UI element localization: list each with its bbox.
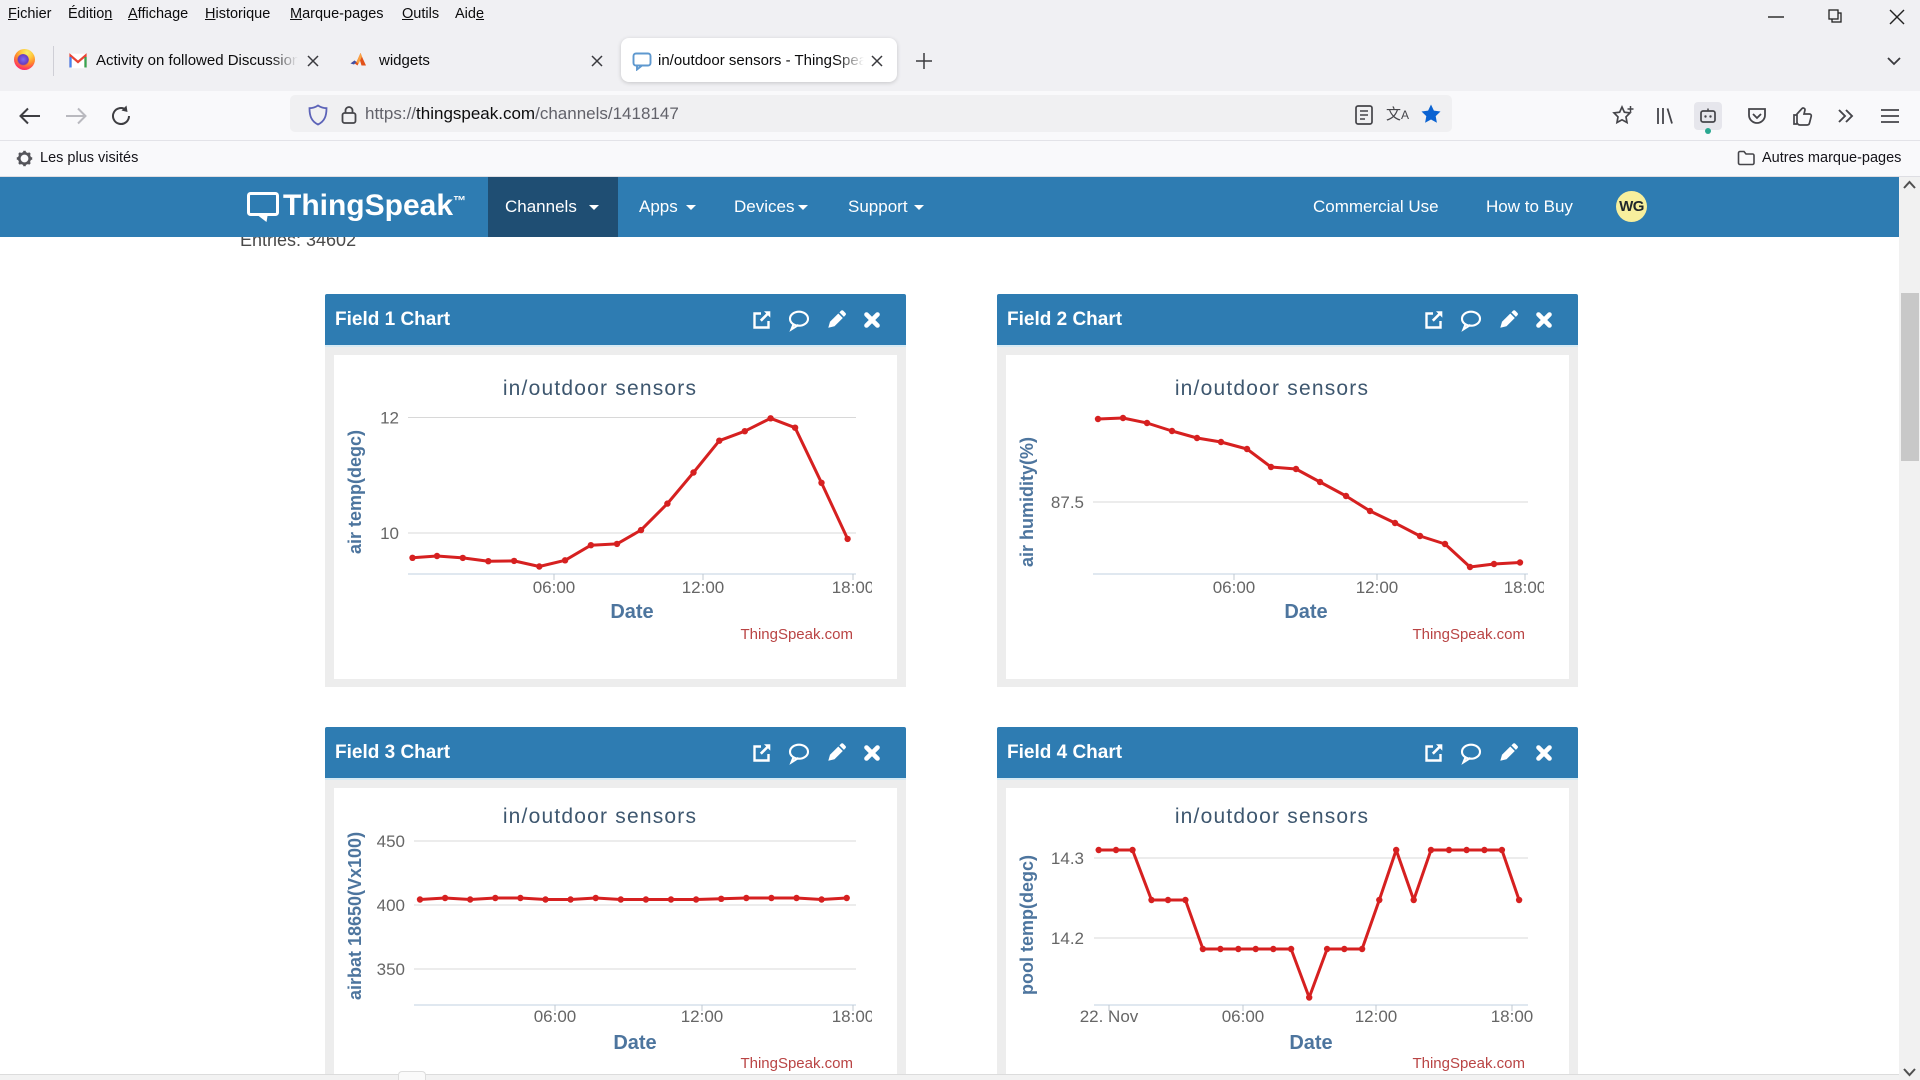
svg-text:air temp(degc): air temp(degc) xyxy=(345,430,365,554)
svg-text:14.2: 14.2 xyxy=(1051,929,1084,948)
svg-text:450: 450 xyxy=(377,832,405,851)
svg-text:ThingSpeak.com: ThingSpeak.com xyxy=(1412,1055,1525,1072)
svg-text:in/outdoor sensors: in/outdoor sensors xyxy=(503,805,697,828)
svg-text:12:00: 12:00 xyxy=(682,578,725,597)
svg-text:12: 12 xyxy=(380,409,399,428)
svg-text:87.5: 87.5 xyxy=(1051,493,1084,512)
svg-text:Date: Date xyxy=(1284,601,1327,623)
svg-text:06:00: 06:00 xyxy=(533,578,576,597)
svg-text:Date: Date xyxy=(1289,1032,1332,1054)
svg-text:350: 350 xyxy=(377,960,405,979)
svg-text:10: 10 xyxy=(380,524,399,543)
svg-text:in/outdoor sensors: in/outdoor sensors xyxy=(503,377,697,400)
svg-text:18:00: 18:00 xyxy=(1504,578,1547,597)
svg-text:in/outdoor sensors: in/outdoor sensors xyxy=(1175,377,1369,400)
svg-text:air humidity(%): air humidity(%) xyxy=(1017,437,1037,567)
svg-text:400: 400 xyxy=(377,896,405,915)
svg-text:ThingSpeak.com: ThingSpeak.com xyxy=(1412,626,1525,643)
svg-text:14.3: 14.3 xyxy=(1051,849,1084,868)
svg-text:06:00: 06:00 xyxy=(1213,578,1256,597)
svg-text:ThingSpeak.com: ThingSpeak.com xyxy=(740,626,853,643)
svg-text:airbat 18650(Vx100): airbat 18650(Vx100) xyxy=(345,832,365,1000)
svg-text:in/outdoor sensors: in/outdoor sensors xyxy=(1175,805,1369,828)
svg-text:12:00: 12:00 xyxy=(1356,578,1399,597)
svg-text:Date: Date xyxy=(610,601,653,623)
svg-text:pool temp(degc): pool temp(degc) xyxy=(1017,855,1037,995)
svg-text:Date: Date xyxy=(613,1032,656,1054)
svg-text:ThingSpeak.com: ThingSpeak.com xyxy=(740,1055,853,1072)
svg-text:18:00: 18:00 xyxy=(832,578,875,597)
